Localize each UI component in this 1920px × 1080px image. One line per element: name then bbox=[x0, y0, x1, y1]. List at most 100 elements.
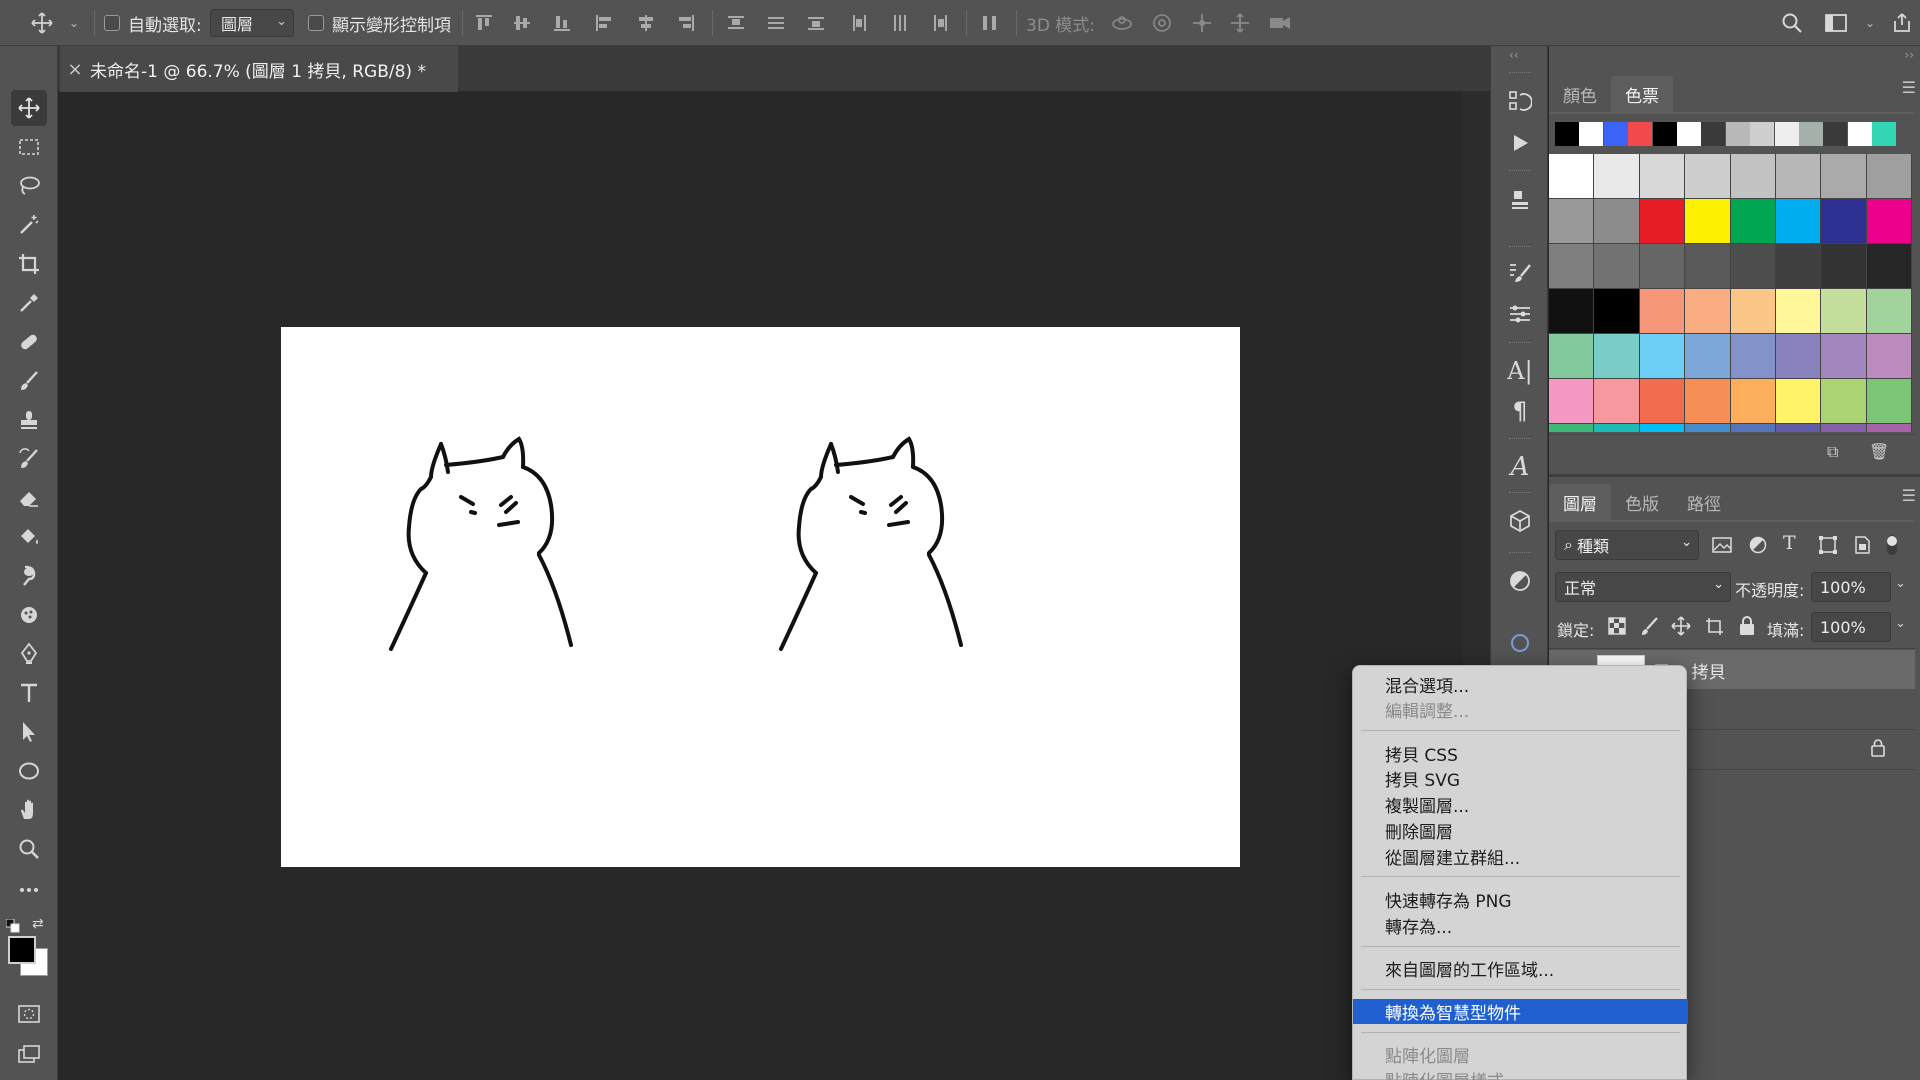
auto-select-target-dropdown[interactable]: 圖層 ⌄ bbox=[210, 9, 294, 37]
more-tools-icon[interactable] bbox=[11, 872, 47, 908]
eyedropper-tool-icon[interactable] bbox=[11, 285, 47, 321]
document-canvas[interactable] bbox=[281, 327, 1240, 867]
align-vcenter-icon[interactable] bbox=[510, 11, 534, 35]
auto-select-checkbox[interactable] bbox=[104, 15, 120, 31]
share-icon[interactable] bbox=[1890, 11, 1914, 35]
3d-panel-icon[interactable] bbox=[1505, 184, 1535, 214]
menu-item-quick-export-png[interactable]: 快速轉存為 PNG bbox=[1353, 887, 1688, 912]
swatch[interactable] bbox=[1866, 379, 1913, 424]
swatch[interactable] bbox=[1549, 289, 1595, 334]
lock-position-icon[interactable] bbox=[1671, 616, 1693, 638]
panel-grip[interactable] bbox=[1509, 438, 1531, 441]
hand-tool-icon[interactable] bbox=[11, 792, 47, 828]
filter-smart-object-icon[interactable] bbox=[1851, 534, 1873, 556]
swatch[interactable] bbox=[1866, 289, 1913, 334]
crop-tool-icon[interactable] bbox=[11, 246, 47, 282]
swatch[interactable] bbox=[1594, 199, 1640, 244]
move-tool-icon[interactable] bbox=[11, 90, 47, 126]
recent-swatch[interactable] bbox=[1677, 122, 1701, 146]
swatch[interactable] bbox=[1866, 244, 1913, 289]
lock-pixels-icon[interactable] bbox=[1639, 616, 1661, 638]
menu-item-copy-css[interactable]: 拷貝 CSS bbox=[1353, 741, 1688, 766]
swap-colors-icon[interactable]: ⇄ bbox=[32, 916, 48, 932]
swatch[interactable] bbox=[1685, 289, 1731, 334]
paint-bucket-tool-icon[interactable] bbox=[11, 519, 47, 555]
swatch[interactable] bbox=[1685, 244, 1731, 289]
distribute-bottom-icon[interactable] bbox=[804, 11, 828, 35]
paths-panel-icon[interactable] bbox=[1505, 628, 1535, 658]
swatch[interactable] bbox=[1685, 199, 1731, 244]
align-left-icon[interactable] bbox=[592, 11, 616, 35]
swatch[interactable] bbox=[1776, 244, 1822, 289]
filter-toggle-switch[interactable] bbox=[1885, 532, 1899, 558]
swatch[interactable] bbox=[1685, 154, 1731, 199]
foreground-color-swatch[interactable] bbox=[8, 936, 36, 964]
swatch[interactable] bbox=[1685, 424, 1731, 432]
menu-item-duplicate-layer[interactable]: 複製圖層... bbox=[1353, 792, 1688, 817]
actions-play-icon[interactable] bbox=[1505, 128, 1535, 158]
marquee-tool-icon[interactable] bbox=[11, 129, 47, 165]
swatch[interactable] bbox=[1730, 334, 1776, 379]
filter-type-icon[interactable]: T bbox=[1783, 532, 1805, 554]
document-tab[interactable]: × 未命名-1 @ 66.7% (圖層 1 拷貝, RGB/8) * bbox=[60, 46, 458, 92]
tool-preset-chevron-icon[interactable]: ⌄ bbox=[62, 11, 86, 35]
distribute-right-icon[interactable] bbox=[928, 11, 952, 35]
new-swatch-icon[interactable]: ⧉ bbox=[1827, 442, 1838, 462]
recent-swatch[interactable] bbox=[1628, 122, 1653, 146]
menu-item-delete-layer[interactable]: 刪除圖層 bbox=[1353, 818, 1688, 843]
swatch[interactable] bbox=[1549, 424, 1595, 432]
collapse-panels-icon[interactable]: ›› bbox=[1904, 48, 1914, 62]
align-hcenter-icon[interactable] bbox=[634, 11, 658, 35]
swatch[interactable] bbox=[1776, 379, 1822, 424]
brush-settings-icon[interactable] bbox=[1505, 258, 1535, 288]
screen-mode-icon[interactable] bbox=[11, 1036, 47, 1072]
tab-paths[interactable]: 路徑 bbox=[1673, 484, 1735, 520]
panel-grip[interactable] bbox=[1509, 170, 1531, 173]
panel-grip[interactable] bbox=[1509, 492, 1531, 495]
recent-swatch[interactable] bbox=[1847, 122, 1872, 146]
adjustments-icon[interactable] bbox=[1505, 566, 1535, 596]
healing-brush-tool-icon[interactable] bbox=[11, 324, 47, 360]
swatch[interactable] bbox=[1866, 334, 1913, 379]
recent-swatch[interactable] bbox=[1872, 122, 1897, 146]
swatch[interactable] bbox=[1730, 424, 1776, 432]
sponge-tool-icon[interactable] bbox=[11, 597, 47, 633]
swatch[interactable] bbox=[1639, 424, 1686, 432]
tab-swatches[interactable]: 色票 bbox=[1611, 76, 1673, 112]
tab-color[interactable]: 顏色 bbox=[1549, 76, 1611, 112]
swatch[interactable] bbox=[1730, 154, 1776, 199]
menu-item-copy-svg[interactable]: 拷貝 SVG bbox=[1353, 766, 1688, 791]
panel-grip[interactable] bbox=[1509, 552, 1531, 555]
swatch[interactable] bbox=[1730, 289, 1776, 334]
blend-mode-dropdown[interactable]: 正常 ⌄ bbox=[1555, 572, 1731, 602]
swatch[interactable] bbox=[1549, 244, 1595, 289]
show-transform-checkbox[interactable] bbox=[308, 15, 324, 31]
swatch[interactable] bbox=[1821, 289, 1867, 334]
lock-artboard-icon[interactable] bbox=[1705, 616, 1727, 638]
distribute-vcenter-icon[interactable] bbox=[764, 11, 788, 35]
swatch[interactable] bbox=[1594, 289, 1640, 334]
3d-orbit-icon[interactable] bbox=[1110, 11, 1134, 35]
swatch[interactable] bbox=[1730, 199, 1776, 244]
swatch[interactable] bbox=[1549, 199, 1595, 244]
clone-stamp-tool-icon[interactable] bbox=[11, 402, 47, 438]
recent-swatch[interactable] bbox=[1774, 122, 1799, 146]
swatch[interactable] bbox=[1594, 154, 1640, 199]
swatch[interactable] bbox=[1821, 379, 1867, 424]
distribute-hcenter-icon[interactable] bbox=[888, 11, 912, 35]
close-icon[interactable]: × bbox=[60, 59, 90, 80]
swatch[interactable] bbox=[1549, 154, 1595, 199]
filter-pixel-icon[interactable] bbox=[1711, 534, 1733, 556]
lasso-tool-icon[interactable] bbox=[11, 168, 47, 204]
swatch[interactable] bbox=[1821, 199, 1867, 244]
swatch[interactable] bbox=[1776, 424, 1822, 432]
fill-input[interactable]: 100% bbox=[1811, 612, 1891, 642]
swatch[interactable] bbox=[1866, 154, 1913, 199]
workspace-icon[interactable] bbox=[1824, 11, 1848, 35]
character-panel-icon[interactable]: A| bbox=[1505, 356, 1535, 386]
brush-presets-icon[interactable] bbox=[1505, 299, 1535, 329]
swatch[interactable] bbox=[1639, 199, 1686, 244]
recent-swatch[interactable] bbox=[1603, 122, 1628, 146]
swatch[interactable] bbox=[1821, 244, 1867, 289]
expand-panels-icon[interactable]: ‹‹ bbox=[1509, 48, 1519, 62]
